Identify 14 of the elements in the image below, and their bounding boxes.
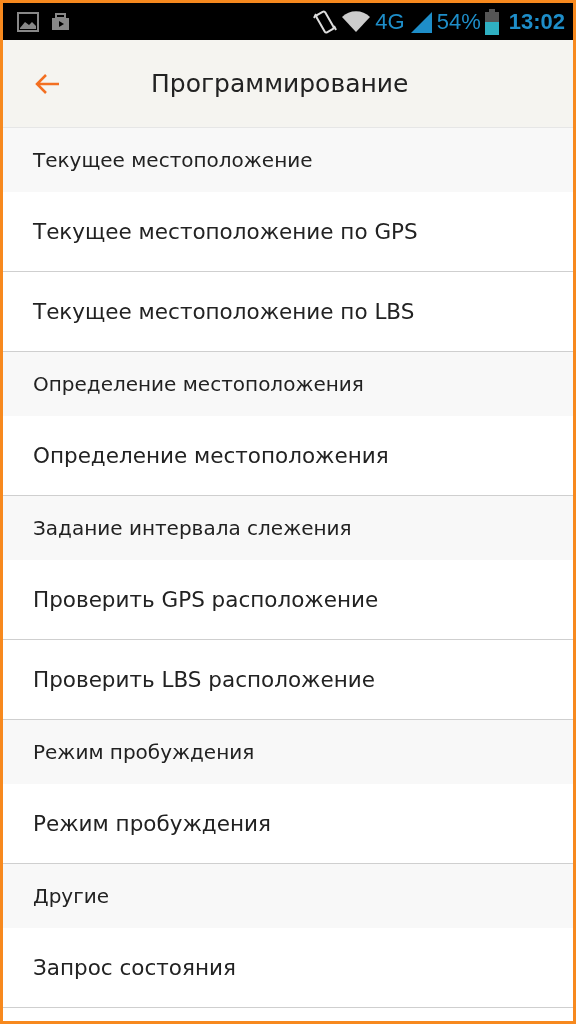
vibrate-icon bbox=[313, 7, 338, 36]
image-icon bbox=[17, 11, 39, 32]
battery-percent: 54% bbox=[436, 8, 481, 35]
network-type: 4G bbox=[375, 8, 405, 35]
section-header: Определение местоположения bbox=[3, 352, 573, 416]
section-header: Режим пробуждения bbox=[3, 720, 573, 784]
section-header: Задание интервала слежения bbox=[3, 496, 573, 560]
section-header: Другие bbox=[3, 864, 573, 928]
clock: 13:02 bbox=[508, 8, 565, 35]
section-header: Текущее местоположение bbox=[3, 128, 573, 192]
battery-icon bbox=[484, 8, 499, 35]
back-arrow-icon bbox=[33, 71, 61, 96]
screen-title: Программирование bbox=[151, 69, 409, 98]
wifi-icon bbox=[341, 9, 372, 34]
